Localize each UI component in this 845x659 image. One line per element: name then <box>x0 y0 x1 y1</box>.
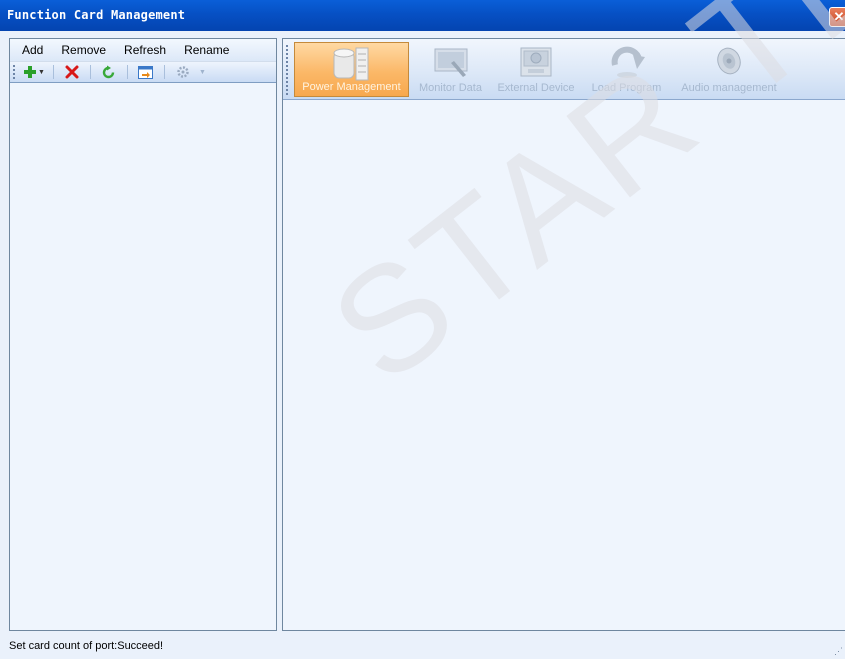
function-content-area <box>283 101 845 630</box>
settings-icon <box>177 66 189 78</box>
tab-label: Monitor Data <box>419 82 482 94</box>
settings-button[interactable] <box>173 63 193 81</box>
tab-label: External Device <box>497 82 575 94</box>
title-bar: Function Card Management ✕ <box>0 0 845 31</box>
status-bar: Set card count of port:Succeed! ⋰ <box>0 634 845 659</box>
toolbar-separator <box>52 65 54 79</box>
tab-label: Power Management <box>302 81 401 93</box>
card-menu-bar: Add Remove Refresh Rename <box>10 39 276 61</box>
add-dropdown-arrow[interactable]: ▼ <box>38 69 45 76</box>
add-icon <box>24 66 36 78</box>
delete-icon <box>65 65 79 79</box>
refresh-icon <box>103 65 115 78</box>
card-list-panel: Add Remove Refresh Rename ▼ ▼ <box>9 38 277 631</box>
tab-power-management[interactable]: Power Management <box>294 42 409 97</box>
delete-button[interactable] <box>62 63 82 81</box>
power-management-icon <box>333 47 368 81</box>
toolbar-grip[interactable] <box>13 65 16 79</box>
audio-management-icon <box>717 47 741 75</box>
rename-button[interactable] <box>136 63 156 81</box>
toolbar-separator <box>89 65 91 79</box>
tab-label: Load Program <box>591 82 662 94</box>
toolbar-separator <box>163 65 165 79</box>
close-button[interactable]: ✕ <box>829 7 845 27</box>
window-title: Function Card Management <box>7 8 186 22</box>
menu-refresh[interactable]: Refresh <box>124 43 166 57</box>
menu-add[interactable]: Add <box>22 43 43 57</box>
external-device-icon <box>520 47 552 77</box>
rename-icon <box>138 65 154 79</box>
status-message: Set card count of port:Succeed! <box>9 640 164 652</box>
add-button[interactable] <box>20 63 40 81</box>
tab-load-program[interactable]: Load Program <box>584 42 669 97</box>
load-program-icon <box>611 46 645 78</box>
settings-dropdown-arrow[interactable]: ▼ <box>199 69 206 76</box>
function-panel: Power Management Monitor Data External D… <box>282 38 845 631</box>
resize-grip-icon[interactable]: ⋰ <box>834 646 843 657</box>
tab-monitor-data[interactable]: Monitor Data <box>413 42 488 97</box>
menu-remove[interactable]: Remove <box>61 43 106 57</box>
toolbar-separator <box>126 65 128 79</box>
tab-label: Audio management <box>681 82 777 94</box>
refresh-button[interactable] <box>99 63 119 81</box>
card-tree[interactable] <box>10 84 276 630</box>
monitor-data-icon <box>434 48 467 77</box>
card-toolbar: ▼ ▼ <box>10 61 276 83</box>
menu-rename[interactable]: Rename <box>184 43 229 57</box>
toolbar-grip[interactable] <box>286 45 289 95</box>
tab-external-device[interactable]: External Device <box>492 42 580 97</box>
tab-audio-management[interactable]: Audio management <box>673 42 785 97</box>
function-toolbar: Power Management Monitor Data External D… <box>283 39 845 100</box>
